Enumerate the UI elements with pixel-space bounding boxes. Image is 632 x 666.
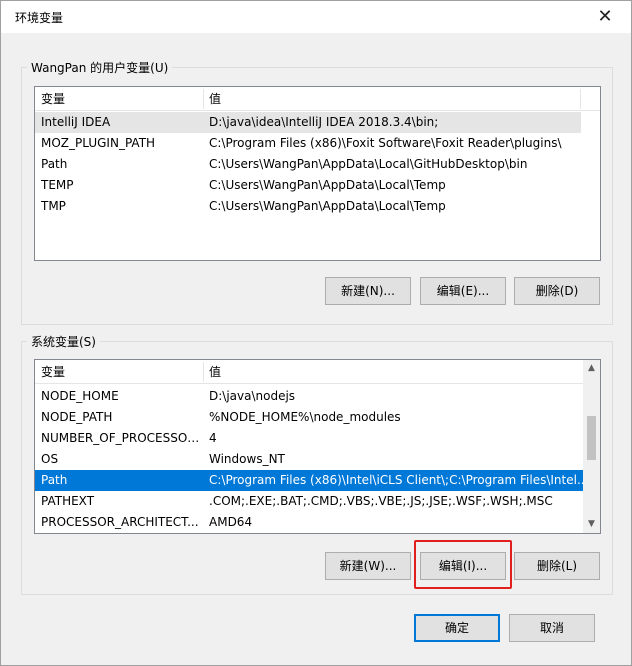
- variable-value: Windows_NT: [209, 452, 285, 466]
- system-variables-label: 系统变量(S): [27, 333, 100, 350]
- table-row[interactable]: NODE_PATH %NODE_HOME%\node_modules: [35, 407, 583, 428]
- window-title: 环境变量: [15, 11, 64, 25]
- table-row[interactable]: PROCESSOR_ARCHITECT... AMD64: [35, 512, 583, 533]
- variable-name: TEMP: [41, 178, 74, 192]
- table-row[interactable]: NODE_HOME D:\java\nodejs: [35, 386, 583, 407]
- system-list-header: 变量 值: [35, 360, 600, 384]
- variable-value: C:\Program Files (x86)\Intel\iCLS Client…: [209, 473, 589, 487]
- variable-name: Path: [41, 157, 68, 171]
- variable-name: PROCESSOR_ARCHITECT...: [41, 515, 199, 529]
- variable-value: AMD64: [209, 515, 253, 529]
- user-edit-button[interactable]: 编辑(E)...: [420, 277, 506, 305]
- variable-name: NODE_HOME: [41, 389, 119, 403]
- user-delete-button[interactable]: 删除(D): [514, 277, 600, 305]
- table-row-selected[interactable]: Path C:\Program Files (x86)\Intel\iCLS C…: [35, 470, 588, 491]
- table-row[interactable]: PATHEXT .COM;.EXE;.BAT;.CMD;.VBS;.VBE;.J…: [35, 491, 583, 512]
- system-new-button[interactable]: 新建(W)...: [325, 552, 411, 580]
- scrollbar-thumb[interactable]: [587, 416, 596, 460]
- table-row[interactable]: OS Windows_NT: [35, 449, 583, 470]
- variable-value: C:\Users\WangPan\AppData\Local\GitHubDes…: [209, 157, 528, 171]
- system-variables-list[interactable]: 变量 值 NODE_HOME D:\java\nodejs NODE_PATH …: [34, 359, 601, 534]
- variable-value: %NODE_HOME%\node_modules: [209, 410, 401, 424]
- user-variables-list[interactable]: 变量 值 IntelliJ IDEA D:\java\idea\IntelliJ…: [34, 86, 601, 261]
- column-header-value[interactable]: 值: [203, 87, 221, 111]
- table-row[interactable]: Path C:\Users\WangPan\AppData\Local\GitH…: [35, 154, 581, 175]
- table-row[interactable]: TEMP C:\Users\WangPan\AppData\Local\Temp: [35, 175, 581, 196]
- variable-name: MOZ_PLUGIN_PATH: [41, 136, 156, 150]
- column-separator[interactable]: [580, 89, 581, 109]
- variable-name: Path: [41, 473, 68, 487]
- variable-value: C:\Users\WangPan\AppData\Local\Temp: [209, 199, 446, 213]
- variable-value: C:\Users\WangPan\AppData\Local\Temp: [209, 178, 446, 192]
- vertical-scrollbar[interactable]: ▲ ▼: [583, 360, 600, 533]
- title-bar: 环境变量 ✕: [1, 1, 631, 33]
- table-row[interactable]: NUMBER_OF_PROCESSORS 4: [35, 428, 583, 449]
- variable-name: NUMBER_OF_PROCESSORS: [41, 431, 201, 445]
- scroll-down-icon[interactable]: ▼: [583, 516, 600, 533]
- column-header-name[interactable]: 变量: [35, 87, 65, 111]
- variable-name: NODE_PATH: [41, 410, 113, 424]
- system-edit-button[interactable]: 编辑(I)...: [420, 552, 506, 580]
- column-header-value[interactable]: 值: [203, 360, 221, 384]
- variable-name: IntelliJ IDEA: [41, 115, 111, 129]
- variable-value: .COM;.EXE;.BAT;.CMD;.VBS;.VBE;.JS;.JSE;.…: [209, 494, 553, 508]
- close-icon[interactable]: ✕: [593, 5, 617, 29]
- variable-name: OS: [41, 452, 59, 466]
- system-delete-button[interactable]: 删除(L): [514, 552, 600, 580]
- variable-name: TMP: [41, 199, 66, 213]
- variable-value: 4: [209, 431, 217, 445]
- cancel-button[interactable]: 取消: [509, 614, 595, 642]
- table-row[interactable]: TMP C:\Users\WangPan\AppData\Local\Temp: [35, 196, 581, 217]
- user-list-header: 变量 值: [35, 87, 600, 111]
- user-new-button[interactable]: 新建(N)...: [325, 277, 411, 305]
- table-row[interactable]: IntelliJ IDEA D:\java\idea\IntelliJ IDEA…: [35, 112, 581, 133]
- user-variables-label: WangPan 的用户变量(U): [27, 59, 173, 76]
- ok-button[interactable]: 确定: [414, 614, 500, 642]
- variable-name: PATHEXT: [41, 494, 95, 508]
- environment-variables-dialog: 环境变量 ✕ WangPan 的用户变量(U) 变量 值 IntelliJ ID…: [0, 0, 632, 666]
- scroll-up-icon[interactable]: ▲: [583, 360, 600, 377]
- variable-value: C:\Program Files (x86)\Foxit Software\Fo…: [209, 136, 562, 150]
- variable-value: D:\java\idea\IntelliJ IDEA 2018.3.4\bin;: [209, 115, 439, 129]
- variable-value: D:\java\nodejs: [209, 389, 296, 403]
- column-header-name[interactable]: 变量: [35, 360, 65, 384]
- table-row[interactable]: MOZ_PLUGIN_PATH C:\Program Files (x86)\F…: [35, 133, 581, 154]
